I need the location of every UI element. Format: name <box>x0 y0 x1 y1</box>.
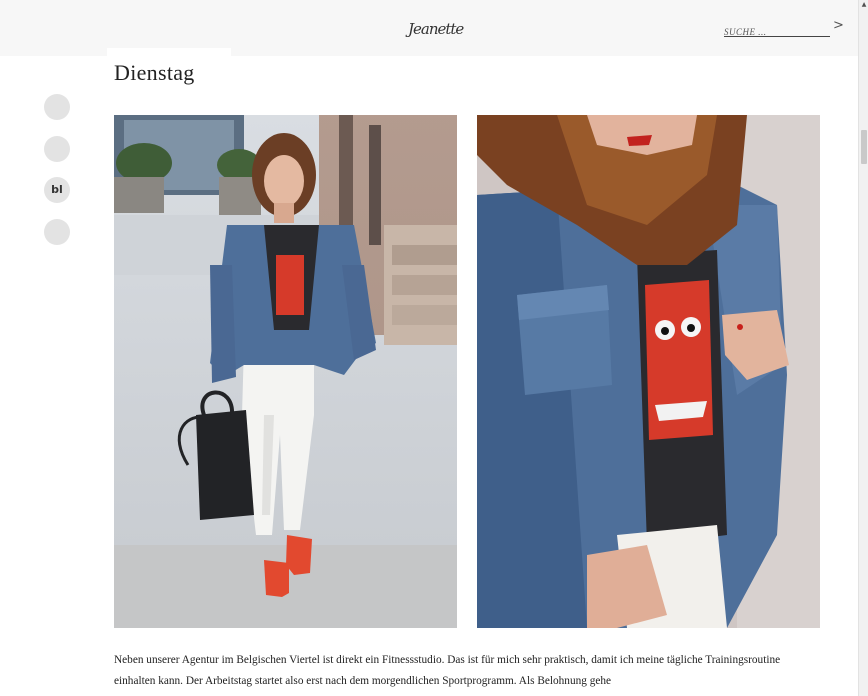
search-box <box>724 22 830 39</box>
search-input[interactable] <box>724 25 828 39</box>
scrollbar-thumb[interactable] <box>861 130 867 164</box>
site-logo[interactable]: Jeanette <box>408 14 464 44</box>
post-title: Dienstag <box>114 60 195 85</box>
post-body-paragraph: Neben unserer Agentur im Belgischen Vier… <box>114 654 781 687</box>
page-scrollbar[interactable]: ▲ <box>858 0 868 696</box>
scroll-up-arrow-icon[interactable]: ▲ <box>859 0 868 10</box>
header-tab-notch <box>107 48 231 56</box>
detail-photo[interactable] <box>477 115 820 628</box>
bloglovin-icon[interactable]: bl <box>44 177 70 203</box>
social-link-2-icon[interactable] <box>44 136 70 162</box>
search-submit-arrow-icon[interactable]: > <box>833 18 844 34</box>
social-link-4-icon[interactable] <box>44 219 70 245</box>
full-outfit-photo[interactable] <box>114 115 457 628</box>
social-link-1-icon[interactable] <box>44 94 70 120</box>
